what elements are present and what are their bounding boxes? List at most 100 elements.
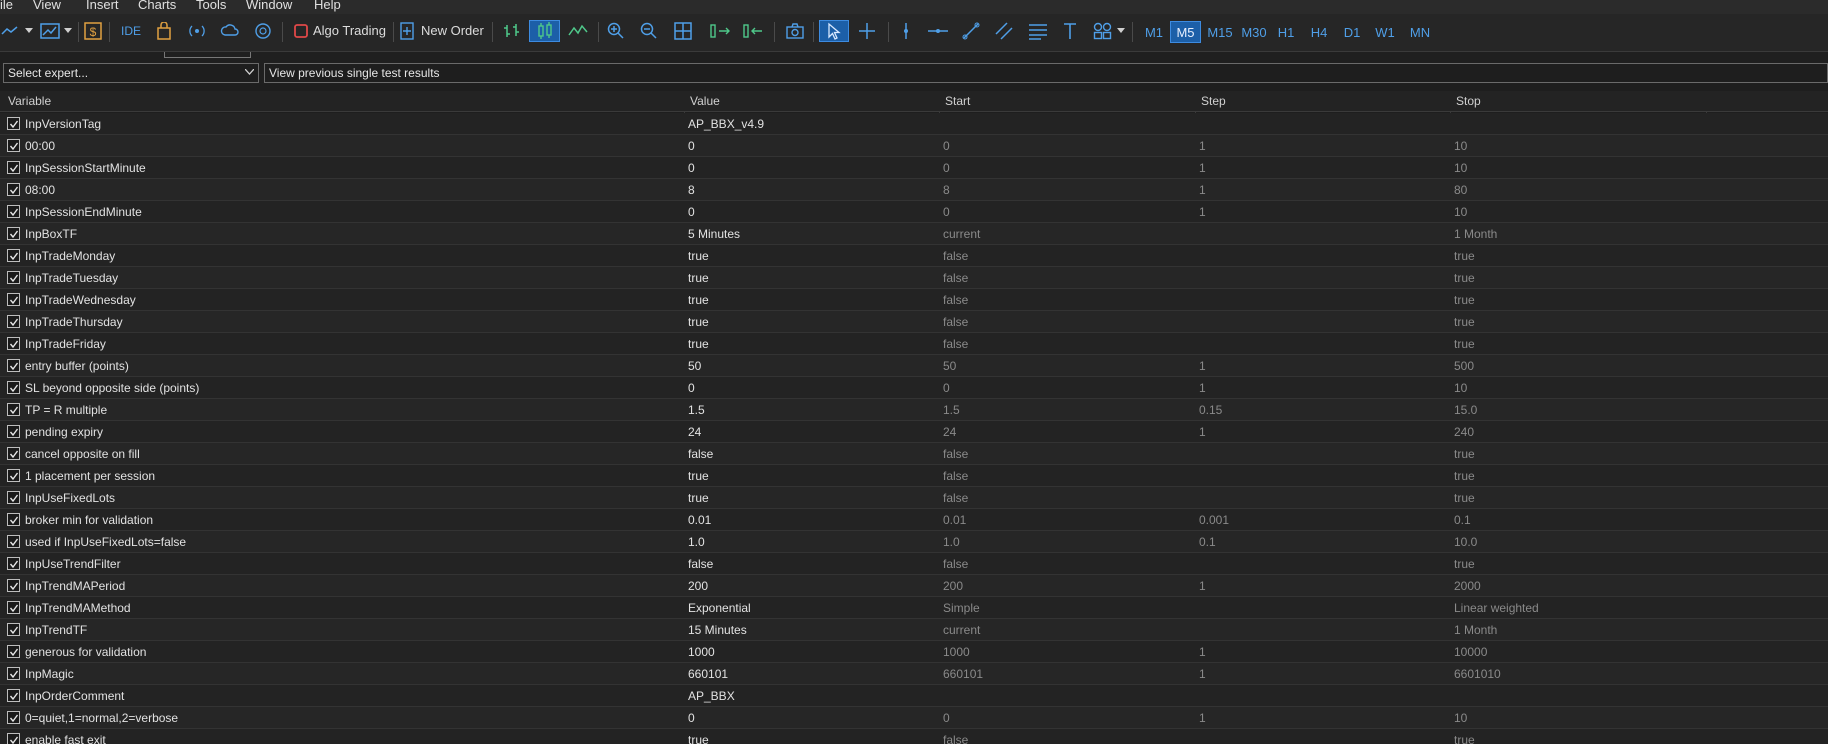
row-checkbox[interactable] [7,359,20,372]
cell-value[interactable]: 8 [688,183,695,197]
cell-start[interactable]: Simple [943,601,980,615]
table-row[interactable]: 1 placement per session true false true [0,465,1828,487]
timeframe-m5[interactable]: M5 [1170,21,1201,43]
cell-start[interactable]: false [943,557,968,571]
cell-start[interactable]: false [943,293,968,307]
row-checkbox[interactable] [7,535,20,548]
row-checkbox[interactable] [7,491,20,504]
cell-stop[interactable]: 240 [1454,425,1474,439]
row-checkbox[interactable] [7,579,20,592]
row-checkbox[interactable] [7,689,20,702]
candlestick-chart-icon[interactable] [529,20,560,42]
horizontal-line-icon[interactable] [926,20,950,42]
cell-stop[interactable]: Linear weighted [1454,601,1539,615]
cell-value[interactable]: false [688,447,713,461]
cell-value[interactable]: 1.0 [688,535,705,549]
menu-window[interactable]: Window [246,0,292,12]
crosshair-icon[interactable] [856,20,878,42]
table-row[interactable]: InpTradeTuesday true false true [0,267,1828,289]
cell-value[interactable]: true [688,293,709,307]
row-checkbox[interactable] [7,315,20,328]
table-row[interactable]: InpMagic 660101 660101 1 6601010 [0,663,1828,685]
cell-stop[interactable]: 500 [1454,359,1474,373]
menu-tools[interactable]: Tools [196,0,226,12]
row-checkbox[interactable] [7,711,20,724]
cell-start[interactable]: false [943,315,968,329]
menu-help[interactable]: Help [314,0,341,12]
new-order-icon[interactable] [398,20,416,42]
row-checkbox[interactable] [7,183,20,196]
row-checkbox[interactable] [7,271,20,284]
cell-value[interactable]: 50 [688,359,701,373]
cell-start[interactable]: false [943,491,968,505]
row-checkbox[interactable] [7,293,20,306]
ide-button[interactable]: IDE [118,20,144,42]
cell-step[interactable]: 1 [1199,183,1206,197]
table-row[interactable]: 00:00 0 0 1 10 [0,135,1828,157]
table-row[interactable]: cancel opposite on fill false false true [0,443,1828,465]
cell-start[interactable]: false [943,249,968,263]
header-start[interactable]: Start [945,94,970,108]
row-checkbox[interactable] [7,667,20,680]
menu-view[interactable]: View [33,0,61,12]
row-checkbox[interactable] [7,205,20,218]
table-row[interactable]: pending expiry 24 24 1 240 [0,421,1828,443]
row-checkbox[interactable] [7,645,20,658]
table-row[interactable]: SL beyond opposite side (points) 0 0 1 10 [0,377,1828,399]
cell-value[interactable]: true [688,469,709,483]
screenshot-icon[interactable] [783,20,807,42]
auto-scroll-icon[interactable] [741,20,765,42]
timeframe-m15[interactable]: M15 [1204,21,1236,43]
bar-chart-icon[interactable] [500,20,524,42]
row-checkbox[interactable] [7,403,20,416]
cell-value[interactable]: true [688,271,709,285]
cell-start[interactable]: 50 [943,359,956,373]
chevron-down-icon[interactable] [1116,20,1126,42]
line-chart-icon[interactable] [566,20,590,42]
row-checkbox[interactable] [7,733,20,744]
cell-step[interactable]: 1 [1199,667,1206,681]
cell-step[interactable]: 0.15 [1199,403,1222,417]
cell-start[interactable]: 0 [943,161,950,175]
expert-select[interactable]: Select expert... [3,63,259,83]
cell-value[interactable]: 0.01 [688,513,711,527]
cell-value[interactable]: AP_BBX [688,689,735,703]
cell-start[interactable]: 24 [943,425,956,439]
timeframe-mn[interactable]: MN [1405,21,1435,43]
cloud-icon[interactable] [219,20,241,42]
chevron-down-icon[interactable] [24,20,34,42]
cell-value[interactable]: 15 Minutes [688,623,747,637]
cell-value[interactable]: 24 [688,425,701,439]
table-row[interactable]: InpSessionStartMinute 0 0 1 10 [0,157,1828,179]
cell-stop[interactable]: 6601010 [1454,667,1501,681]
cell-step[interactable]: 0.001 [1199,513,1229,527]
shapes-icon[interactable] [1091,20,1115,42]
table-row[interactable]: InpVersionTag AP_BBX_v4.9 [0,113,1828,135]
cell-value[interactable]: true [688,337,709,351]
chart-window-icon[interactable] [38,20,62,42]
channel-icon[interactable] [993,20,1015,42]
cell-stop[interactable]: 1 Month [1454,227,1497,241]
menu-charts[interactable]: Charts [138,0,176,12]
cell-step[interactable]: 1 [1199,359,1206,373]
chevron-down-icon[interactable] [63,20,73,42]
cell-value[interactable]: 0 [688,139,695,153]
menu-file[interactable]: ile [0,0,13,12]
row-checkbox[interactable] [7,447,20,460]
cell-step[interactable]: 1 [1199,711,1206,725]
header-variable[interactable]: Variable [8,94,51,108]
row-checkbox[interactable] [7,227,20,240]
table-row[interactable]: 0=quiet,1=normal,2=verbose 0 0 1 10 [0,707,1828,729]
cell-value[interactable]: 1.5 [688,403,705,417]
cell-start[interactable]: false [943,447,968,461]
row-checkbox[interactable] [7,623,20,636]
table-row[interactable]: InpUseFixedLots true false true [0,487,1828,509]
view-previous-results-button[interactable]: View previous single test results [264,63,1828,83]
cell-start[interactable]: 8 [943,183,950,197]
cell-stop[interactable]: 15.0 [1454,403,1477,417]
fibonacci-icon[interactable] [1026,20,1050,42]
timeframe-w1[interactable]: W1 [1372,21,1398,43]
cell-stop[interactable]: 10 [1454,711,1467,725]
cell-stop[interactable]: true [1454,271,1475,285]
chart-shift-icon[interactable] [708,20,732,42]
